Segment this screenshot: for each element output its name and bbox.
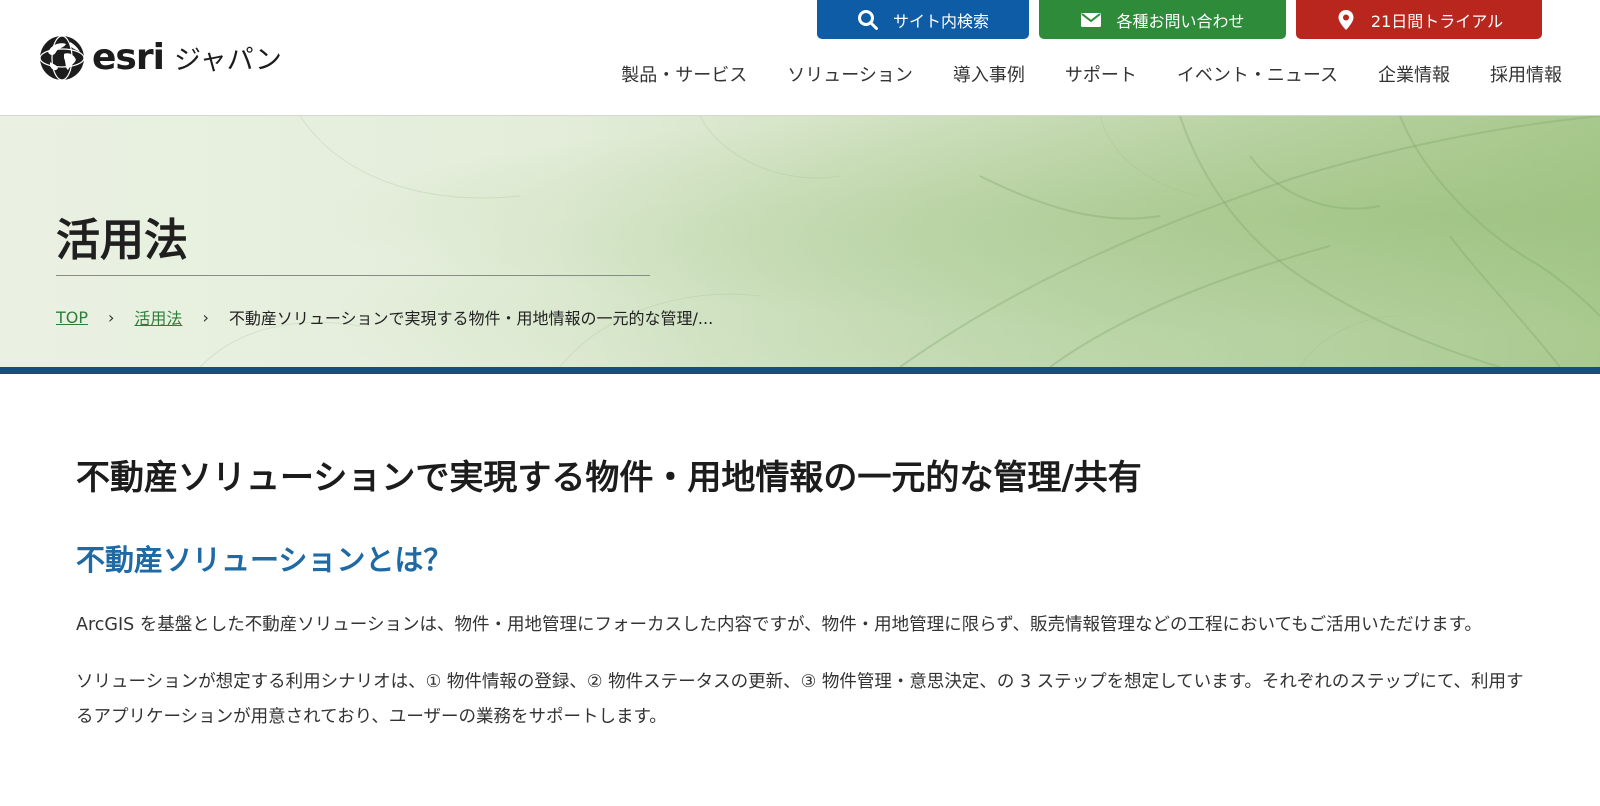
main-navigation: 製品・サービス ソリューション 導入事例 サポート イベント・ニュース 企業情報…	[621, 61, 1562, 87]
site-search-label: サイト内検索	[892, 11, 989, 31]
main-content: 不動産ソリューションで実現する物件・用地情報の一元的な管理/共有 不動産ソリュー…	[0, 458, 1600, 735]
breadcrumb: TOP › 活用法 › 不動産ソリューションで実現する物件・用地情報の一元的な管…	[56, 305, 713, 329]
site-search-button[interactable]: サイト内検索	[817, 0, 1029, 39]
trial-button[interactable]: 21日間トライアル	[1296, 0, 1542, 39]
hero-title: 活用法	[56, 215, 188, 266]
scenario-paragraph: ソリューションが想定する利用シナリオは、① 物件情報の登録、② 物件ステータスの…	[76, 671, 1524, 727]
chevron-right-icon: ›	[202, 307, 209, 327]
hero-banner: 活用法 TOP › 活用法 › 不動産ソリューションで実現する物件・用地情報の一…	[0, 116, 1600, 367]
chevron-right-icon: ›	[108, 307, 115, 327]
breadcrumb-section-link[interactable]: 活用法	[134, 305, 182, 329]
nav-item-solutions[interactable]: ソリューション	[787, 61, 913, 87]
contact-button[interactable]: 各種お問い合わせ	[1039, 0, 1286, 39]
trial-label: 21日間トライアル	[1370, 11, 1504, 31]
nav-item-events-news[interactable]: イベント・ニュース	[1177, 61, 1338, 87]
location-pin-icon	[1338, 9, 1354, 30]
nav-item-products[interactable]: 製品・サービス	[621, 61, 747, 87]
hero-bottom-band	[0, 367, 1600, 374]
site-header: esri ジャパン サイト内検索 各種お問い合わせ 21日間トライアル 製品・サ…	[0, 0, 1600, 116]
esri-japan-logo[interactable]: esri ジャパン	[38, 34, 282, 82]
globe-icon	[39, 35, 85, 81]
breadcrumb-top-link[interactable]: TOP	[56, 308, 88, 327]
leaf-texture	[199, 116, 1600, 367]
breadcrumb-current: 不動産ソリューションで実現する物件・用地情報の一元的な管理/...	[228, 309, 714, 328]
page-title: 不動産ソリューションで実現する物件・用地情報の一元的な管理/共有	[76, 458, 1142, 498]
logo-wordmark: esri	[92, 37, 165, 78]
nav-item-careers[interactable]: 採用情報	[1490, 61, 1562, 87]
logo-subtext: ジャパン	[173, 44, 282, 76]
search-icon	[857, 9, 878, 30]
intro-paragraph: ArcGIS を基盤とした不動産ソリューションは、物件・用地管理にフォーカスした…	[76, 614, 1482, 635]
contact-label: 各種お問い合わせ	[1116, 11, 1245, 31]
utility-bar: サイト内検索 各種お問い合わせ 21日間トライアル	[817, 0, 1542, 39]
nav-item-support[interactable]: サポート	[1065, 61, 1137, 87]
mail-icon	[1081, 12, 1102, 27]
nav-item-company[interactable]: 企業情報	[1378, 61, 1450, 87]
section-heading: 不動産ソリューションとは？	[76, 542, 453, 577]
nav-item-case-studies[interactable]: 導入事例	[953, 61, 1025, 87]
hero-divider	[56, 275, 650, 276]
